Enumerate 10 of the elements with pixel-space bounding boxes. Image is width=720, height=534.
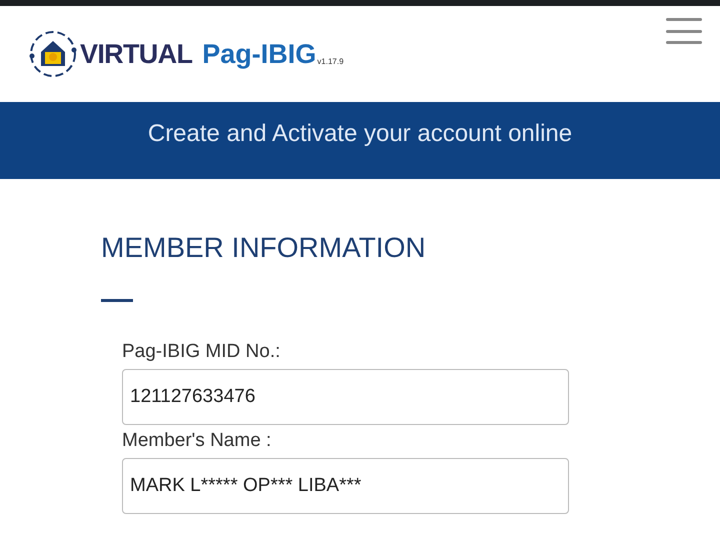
field-label: Member's Name :	[122, 429, 272, 453]
brand-name: Pag-IBIG	[202, 38, 316, 71]
menu-button[interactable]	[666, 16, 702, 46]
section-title: MEMBER INFORMATION	[101, 231, 426, 265]
version-label: v1.17.9	[317, 56, 344, 68]
field-label: Pag-IBIG MID No.:	[122, 340, 280, 364]
input-field[interactable]: MARK L***** OP*** LIBA***	[122, 458, 569, 514]
brand-name: VIRTUAL	[80, 38, 192, 71]
input-field[interactable]: 121127633476	[122, 369, 569, 425]
banner-text: Create and Activate your account online	[148, 119, 572, 149]
